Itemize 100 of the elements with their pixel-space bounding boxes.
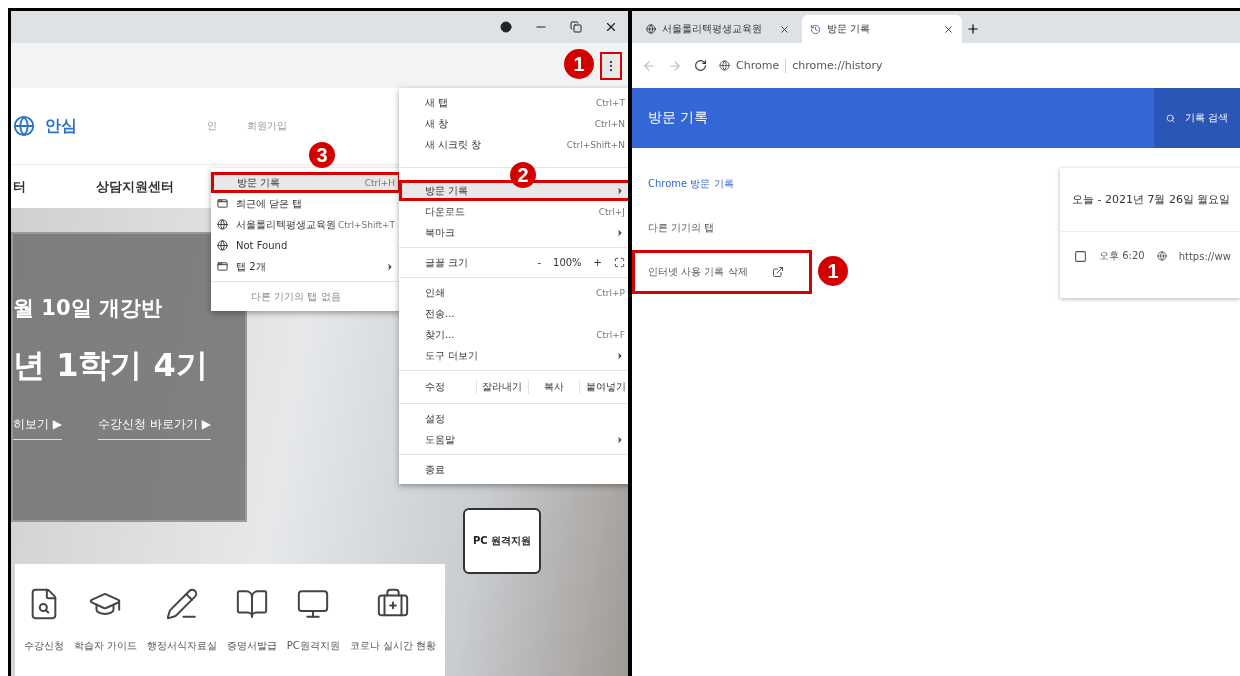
sidebar-item[interactable]: 다른 기기의 탭 — [632, 206, 852, 250]
menu-button[interactable]: 붙여넣기 — [579, 380, 628, 394]
sidebar-item-label: 인터넷 사용 기록 삭제 — [648, 265, 748, 279]
shortcut-text: Ctrl+H — [364, 177, 395, 188]
address-url[interactable]: chrome://history — [792, 59, 883, 72]
submenu-arrow-icon — [615, 185, 625, 196]
hero-title: 년 1학기 4기 — [13, 345, 209, 386]
step-number-badge: 2 — [510, 162, 536, 188]
menu-item[interactable]: 설정 — [399, 408, 628, 429]
shortcut-text: Ctrl+N — [594, 118, 625, 129]
menu-item-label: Not Found — [236, 240, 288, 251]
sidebar-item[interactable]: 인터넷 사용 기록 삭제 — [632, 250, 812, 294]
close-icon[interactable] — [779, 23, 790, 35]
hero-subtitle: 월 10일 개강반 — [13, 295, 163, 322]
new-tab-icon[interactable] — [966, 22, 980, 36]
history-icon — [810, 23, 821, 35]
menu-item-label: 서울롤리텍평생교육원 — [236, 217, 336, 232]
menu-item[interactable]: 북마크 — [399, 222, 628, 243]
menu-item[interactable]: 전송... — [399, 303, 628, 324]
favicon-icon — [646, 24, 656, 34]
menu-item-label: 최근에 닫은 탭 — [236, 196, 303, 211]
monitor-icon — [296, 587, 331, 621]
window-icon — [217, 198, 228, 209]
favicon-icon — [1156, 251, 1167, 261]
zoom-level: 100% — [553, 257, 582, 268]
menu-item[interactable]: 글꼴 크기 - 100% + — [399, 252, 628, 273]
menu-item[interactable]: 도움말 — [399, 429, 628, 450]
browser-tab[interactable]: 방문 기록 — [802, 15, 962, 43]
menu-button[interactable] — [600, 51, 622, 80]
pencil-icon — [164, 587, 199, 621]
quick-menu-item[interactable]: 증명서발급 — [226, 587, 277, 653]
tab-title: 방문 기록 — [827, 22, 872, 36]
quick-menu-label: 코로나 실시간 현황 — [349, 639, 437, 653]
step-number-badge: 1 — [818, 256, 848, 286]
globe-icon — [217, 219, 228, 230]
menu-item[interactable]: 최근에 닫은 탭 — [211, 193, 401, 214]
menu-item-label: 탭 2개 — [236, 259, 266, 274]
shortcut-text: Ctrl+F — [596, 329, 625, 340]
quick-menu-item[interactable]: 행정서식자료실 — [146, 587, 217, 653]
menu-item[interactable]: 탭 2개 — [211, 256, 401, 277]
globe-icon — [217, 240, 228, 251]
date-heading: 오늘 - 2021년 7월 26일 월요일 — [1060, 168, 1240, 232]
menu-item-label: 글꼴 크기 — [425, 255, 469, 270]
shortcut-text: Ctrl+Shift+T — [337, 219, 395, 230]
hero-link[interactable]: 히보기 ▶ — [13, 416, 63, 440]
site-logo[interactable]: 안심 — [45, 115, 77, 137]
quick-menu-item[interactable]: 학습자 가이드 — [73, 587, 138, 653]
quick-menu-label: 행정서식자료실 — [146, 639, 217, 653]
menu-item-label: 수정 — [424, 380, 446, 394]
menu-button[interactable]: 복사 — [527, 380, 580, 394]
menu-item[interactable]: 방문 기록 Ctrl+H — [211, 172, 401, 193]
sidebar-item[interactable]: Chrome 방문 기록 — [632, 162, 852, 206]
quick-menu-label: 수강신청 — [23, 639, 64, 653]
browser-tab[interactable]: 서울롤리텍평생교육원 — [638, 15, 798, 43]
hero-link[interactable]: 수강신청 바로가기 ▶ — [98, 416, 211, 440]
step-number-badge: 1 — [564, 49, 594, 79]
menu-item[interactable]: 인쇄 Ctrl+P — [399, 282, 628, 303]
quick-menu-item[interactable]: 수강신청 — [23, 587, 64, 653]
shortcut-text: Ctrl+J — [598, 206, 625, 217]
fullscreen-icon[interactable] — [614, 257, 625, 268]
menu-item[interactable]: 종료 — [399, 459, 628, 480]
submenu-arrow-icon — [385, 261, 395, 272]
menu-item[interactable]: 새 시크릿 창 Ctrl+Shift+N — [399, 134, 628, 155]
menu-item[interactable]: 새 창 Ctrl+N — [399, 113, 628, 134]
menu-note: 다른 기기의 탭 없음 — [250, 289, 342, 304]
restore-icon[interactable] — [570, 21, 582, 33]
submenu-arrow-icon — [615, 227, 625, 238]
site-info-icon[interactable] — [719, 60, 730, 71]
menu-item[interactable]: 도구 더보기 — [399, 345, 628, 366]
profile-icon[interactable] — [500, 21, 512, 33]
tab-title: 서울롤리텍평생교육원 — [662, 22, 763, 36]
site-label: Chrome — [736, 59, 780, 72]
shortcut-text: Ctrl+Shift+N — [566, 139, 625, 150]
search-button[interactable]: 기록 검색 — [1154, 88, 1240, 148]
quick-menu-label: 학습자 가이드 — [73, 639, 138, 653]
submenu-arrow-icon — [615, 434, 625, 445]
menu-button[interactable]: 잘라내기 — [475, 380, 528, 394]
menu-item[interactable]: 다운로드 Ctrl+J — [399, 201, 628, 222]
menu-item[interactable]: Not Found — [211, 235, 401, 256]
close-icon[interactable] — [604, 20, 618, 34]
book-icon — [234, 587, 269, 621]
checkbox[interactable] — [1074, 249, 1087, 263]
quick-menu-label: PC원격지원 — [286, 639, 340, 653]
visit-time: 오후 6:20 — [1099, 249, 1145, 263]
floating-card[interactable]: PC 원격지원 — [463, 508, 541, 574]
nav-link[interactable]: 상담지원센터 — [96, 177, 174, 196]
close-icon[interactable] — [943, 23, 954, 35]
reload-icon[interactable] — [694, 59, 707, 72]
quick-menu-item[interactable]: PC원격지원 — [286, 587, 340, 653]
zoom-in-button[interactable]: + — [593, 257, 602, 268]
menu-item[interactable]: 찾기... Ctrl+F — [399, 324, 628, 345]
shortcut-text: Ctrl+T — [595, 97, 625, 108]
menu-item[interactable]: 서울롤리텍평생교육원 Ctrl+Shift+T — [211, 214, 401, 235]
window-icon — [217, 261, 228, 272]
nav-link[interactable]: 터 — [13, 177, 26, 196]
visit-url[interactable]: https://ww — [1178, 250, 1231, 262]
quick-menu-label: 증명서발급 — [226, 639, 277, 653]
page-title: 방문 기록 — [648, 109, 709, 127]
menu-item[interactable]: 새 탭 Ctrl+T — [399, 92, 628, 113]
quick-menu-item[interactable]: 코로나 실시간 현황 — [349, 587, 437, 653]
